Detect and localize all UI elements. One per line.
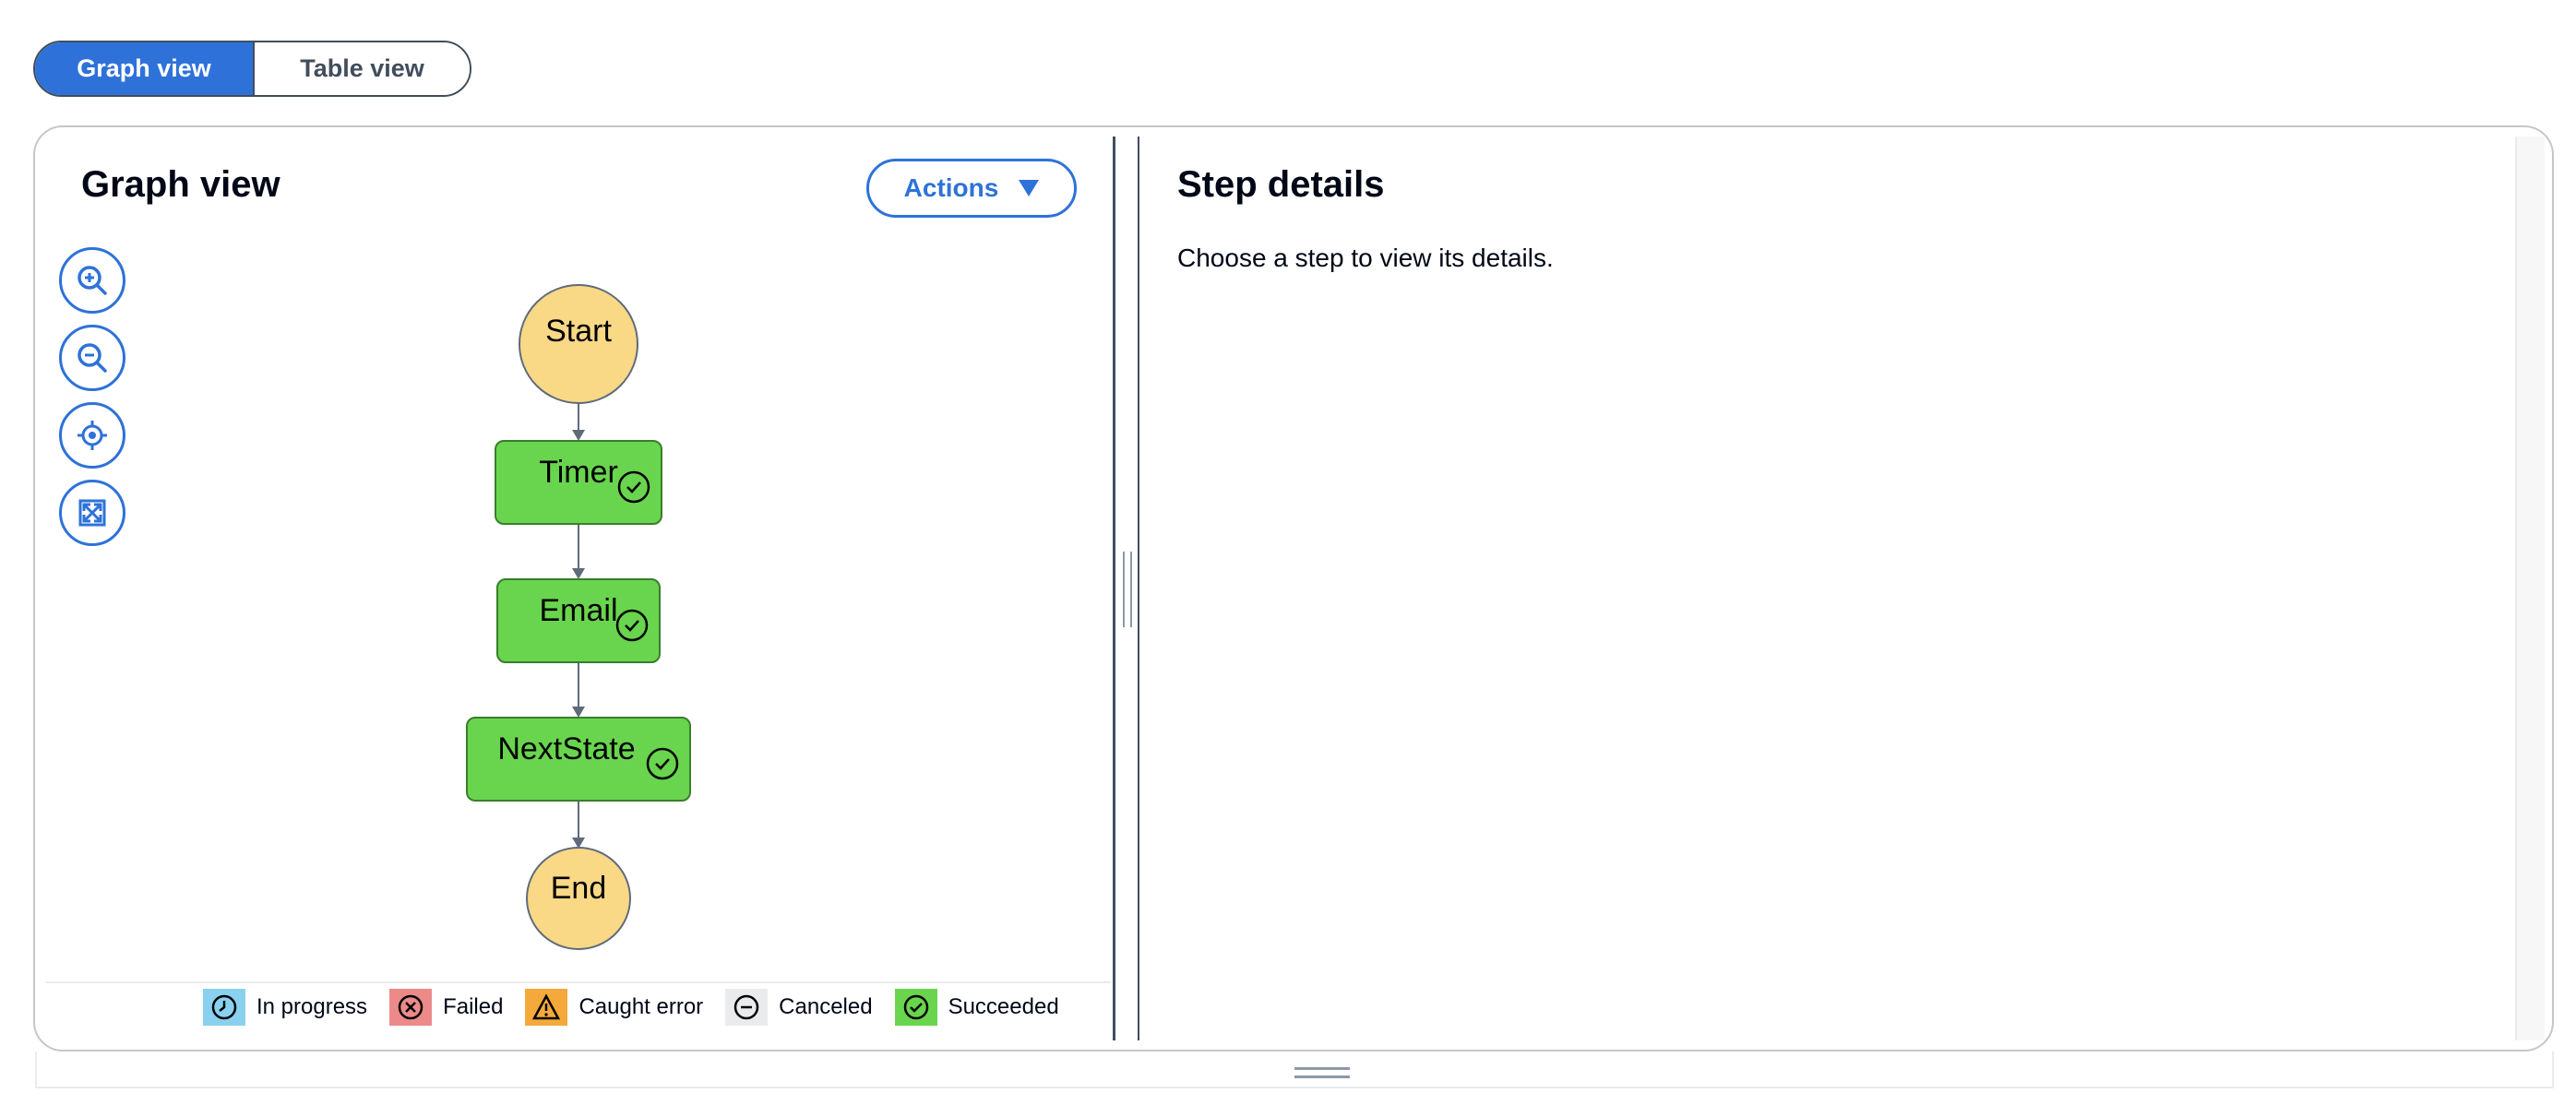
pane-divider	[1113, 137, 1115, 1040]
details-scrollbar[interactable]	[2515, 137, 2545, 1040]
minus-circle-icon	[725, 989, 769, 1026]
legend-label: In progress	[256, 994, 368, 1019]
center-graph-button[interactable]	[59, 402, 125, 469]
pane-resize-handle[interactable]	[1123, 552, 1132, 627]
graph-view-toggle-button[interactable]: Graph view	[35, 42, 253, 95]
legend-item-caught-error: Caught error	[525, 989, 703, 1026]
zoom-out-icon	[78, 343, 107, 373]
legend-item-succeeded: Succeeded	[894, 989, 1059, 1026]
x-circle-icon	[389, 989, 433, 1026]
end-node[interactable]: End	[526, 847, 631, 950]
graph-view-title: Graph view	[81, 164, 280, 205]
legend-label: Failed	[443, 994, 504, 1019]
legend-divider	[46, 981, 1111, 983]
actions-dropdown-button[interactable]: Actions	[866, 159, 1077, 218]
step-details-placeholder: Choose a step to view its details.	[1177, 244, 1554, 272]
state-node-label: Email	[539, 593, 618, 628]
check-circle-icon	[646, 747, 679, 780]
caret-down-icon	[1019, 180, 1040, 196]
state-node-label: Timer	[539, 455, 618, 490]
legend-label: Succeeded	[948, 994, 1059, 1019]
view-toggle: Graph view Table view	[33, 41, 471, 97]
check-circle-icon	[894, 989, 937, 1026]
crosshair-icon	[78, 421, 107, 450]
step-details-title: Step details	[1177, 164, 1385, 205]
edge-timer-email	[578, 525, 579, 575]
legend-item-in-progress: In progress	[203, 989, 367, 1026]
check-circle-icon	[617, 470, 650, 504]
actions-label: Actions	[903, 173, 999, 202]
zoom-out-button[interactable]	[59, 325, 125, 391]
warning-icon	[525, 989, 568, 1026]
legend-item-canceled: Canceled	[725, 989, 873, 1026]
legend-label: Caught error	[578, 994, 704, 1019]
clock-icon	[203, 989, 245, 1026]
start-node[interactable]: Start	[519, 284, 638, 404]
zoom-in-button[interactable]	[59, 247, 125, 314]
end-node-label: End	[550, 871, 607, 906]
table-view-toggle-button[interactable]: Table view	[253, 42, 470, 95]
expand-icon	[78, 499, 106, 527]
fullscreen-button[interactable]	[59, 480, 125, 546]
start-node-label: Start	[545, 314, 612, 349]
pane-divider	[1138, 137, 1139, 1040]
state-node-label: NextState	[497, 731, 636, 766]
state-node-timer[interactable]: Timer	[495, 440, 662, 525]
status-legend: In progress Failed Caught error Canceled…	[203, 989, 1081, 1026]
zoom-in-icon	[78, 266, 107, 295]
legend-label: Canceled	[779, 994, 873, 1019]
check-circle-icon	[615, 609, 649, 642]
state-node-email[interactable]: Email	[496, 578, 661, 663]
legend-item-failed: Failed	[389, 989, 503, 1026]
state-node-nextstate[interactable]: NextState	[466, 717, 691, 802]
panel-resize-grip-icon[interactable]	[1294, 1067, 1350, 1078]
